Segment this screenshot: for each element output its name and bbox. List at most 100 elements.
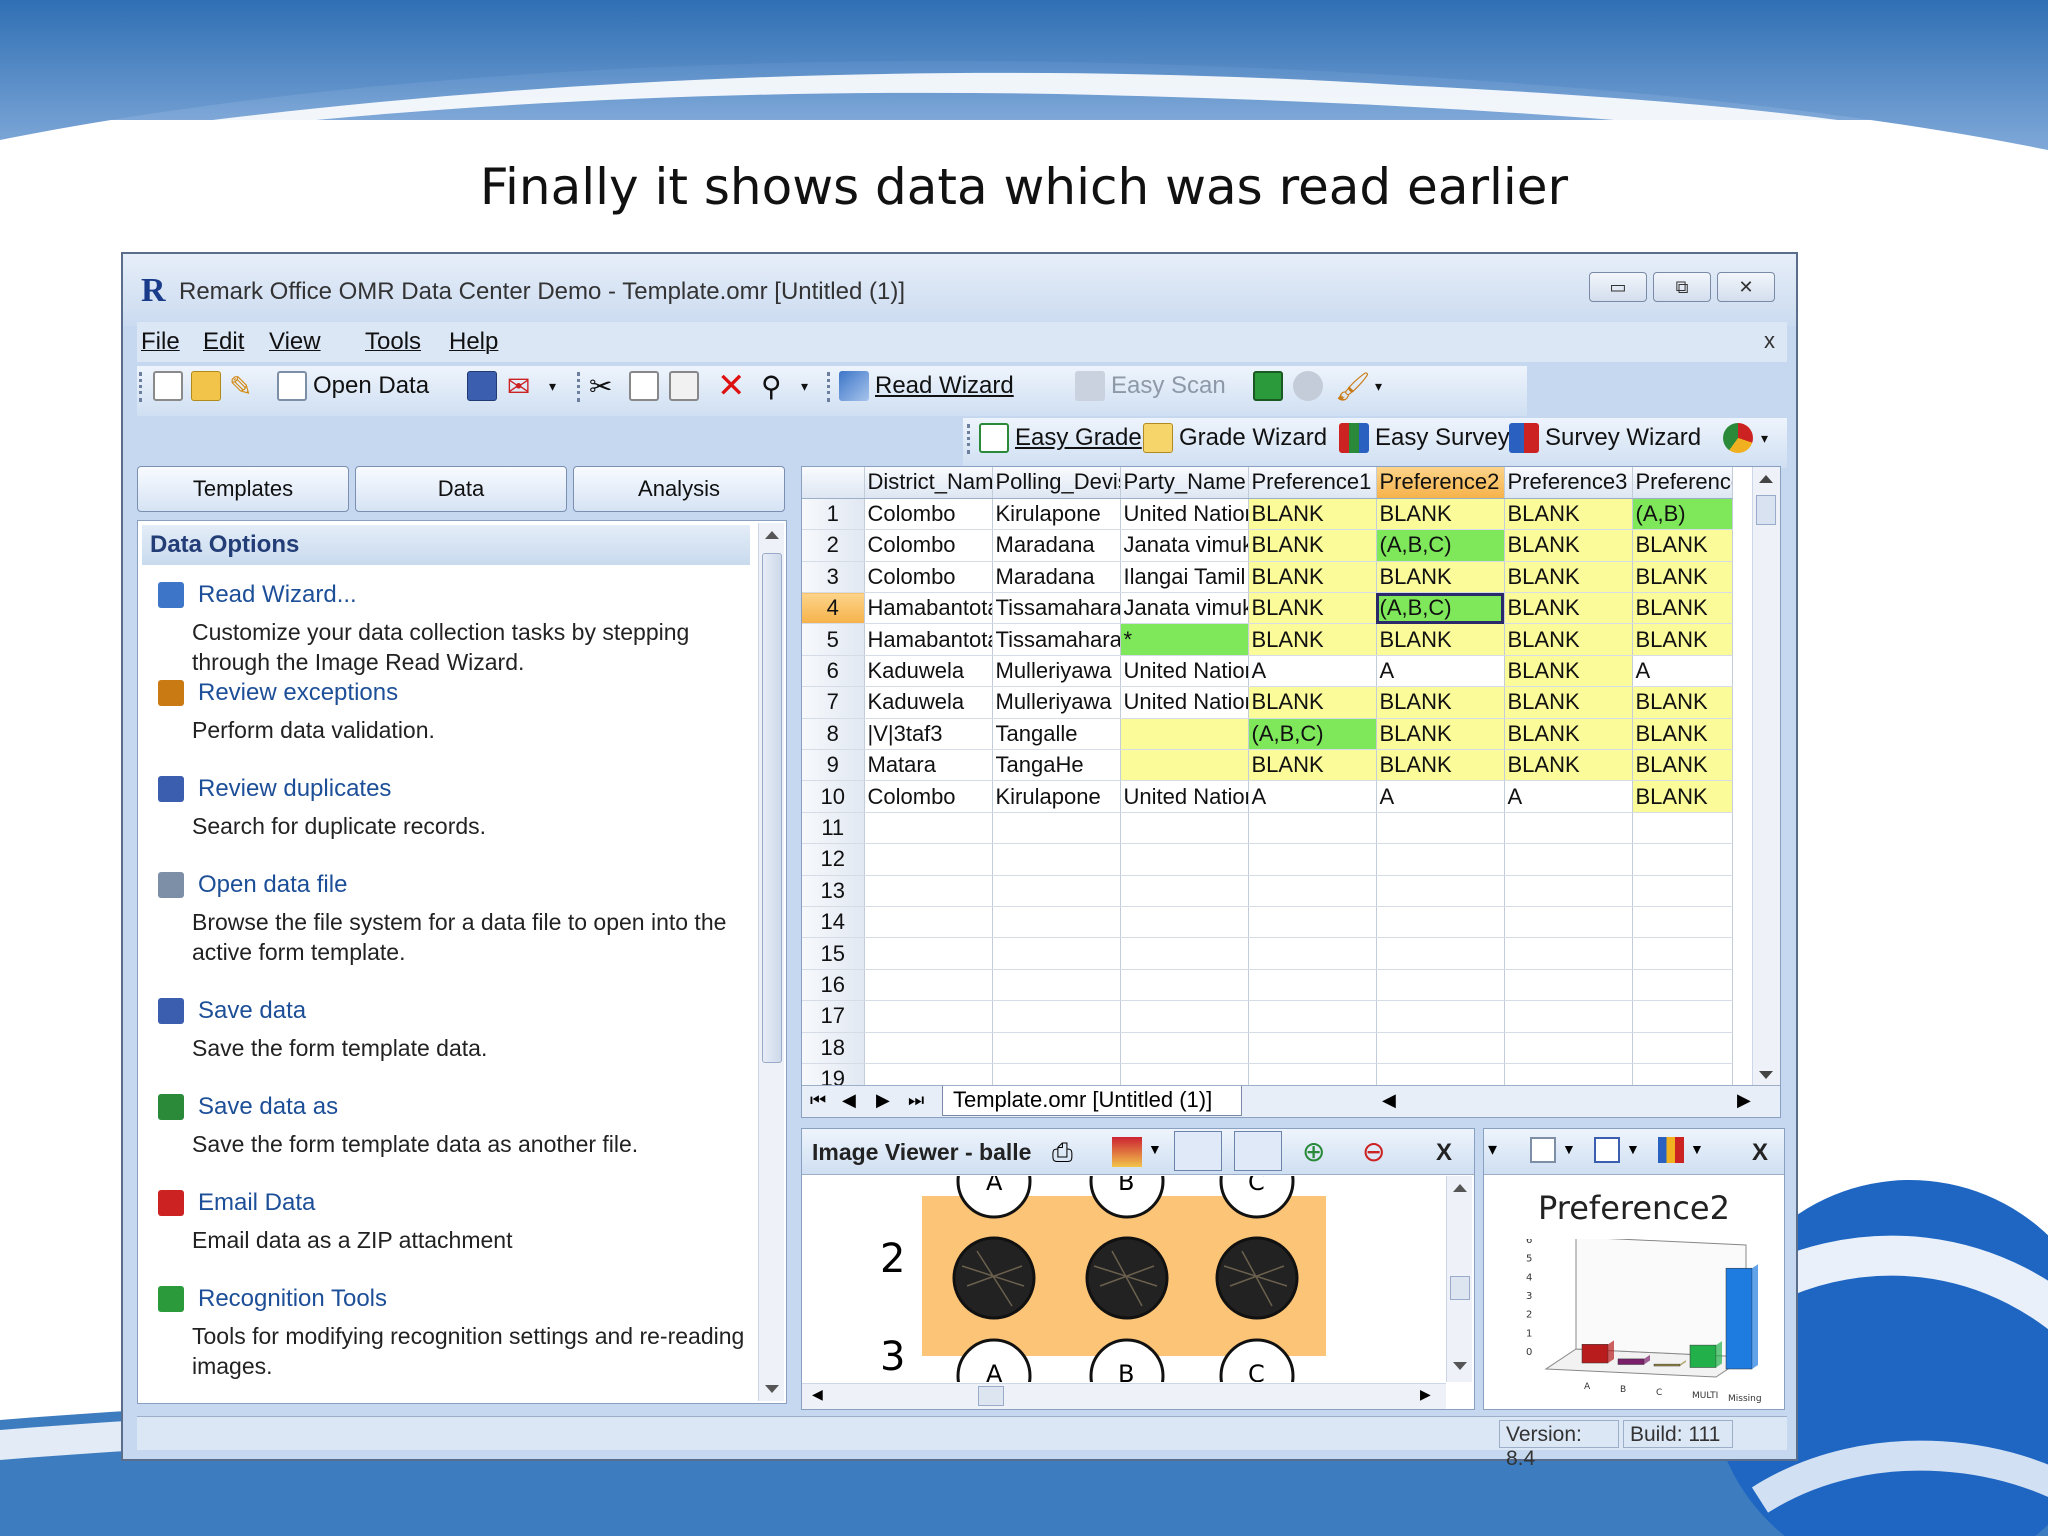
table-cell[interactable]: A: [1376, 655, 1505, 688]
table-cell[interactable]: [1504, 812, 1633, 845]
table-row[interactable]: 2 Colombo Maradana Janata vimuk BLANK (A,B,C)…: [802, 529, 1733, 562]
table-row[interactable]: 9 Matara TangaHe BLANK BLANK BLANK BLANK: [802, 749, 1733, 782]
table-cell[interactable]: BLANK: [1632, 780, 1733, 813]
table-cell[interactable]: United Nation: [1120, 686, 1249, 719]
table-cell[interactable]: [992, 1032, 1121, 1064]
table-cell[interactable]: [1632, 812, 1733, 845]
table-cell[interactable]: United Nation: [1120, 498, 1249, 531]
table-cell[interactable]: BLANK: [1504, 718, 1633, 751]
easy-grade-button[interactable]: Easy Grade: [979, 418, 1142, 458]
table-row[interactable]: 15: [802, 937, 1733, 970]
table-cell[interactable]: [1248, 875, 1377, 907]
first-sheet-icon[interactable]: ⏮: [810, 1090, 826, 1111]
row-number[interactable]: 4: [802, 592, 865, 625]
new-icon[interactable]: [153, 366, 183, 406]
table-cell[interactable]: [1632, 937, 1733, 970]
table-cell[interactable]: [1120, 749, 1249, 782]
table-cell[interactable]: [1504, 906, 1633, 939]
table-cell[interactable]: [864, 875, 993, 907]
stop-icon[interactable]: [1293, 366, 1323, 406]
chart-settings-icon[interactable]: [1530, 1137, 1556, 1163]
paste-icon[interactable]: [669, 366, 699, 406]
table-row[interactable]: 1 Colombo Kirulapone United Nation BLANK BLAN…: [802, 498, 1733, 531]
scroll-left-icon[interactable]: ◀: [812, 1386, 823, 1403]
scroll-down-icon[interactable]: [1453, 1362, 1467, 1370]
toolbar-grip[interactable]: [139, 372, 143, 402]
column-header[interactable]: Preference2: [1376, 467, 1505, 499]
table-cell[interactable]: BLANK: [1504, 529, 1633, 562]
bar-chart-icon[interactable]: [1658, 1137, 1684, 1163]
table-cell[interactable]: Colombo: [864, 780, 993, 813]
scroll-down-icon[interactable]: [1759, 1071, 1773, 1079]
column-header[interactable]: District_Name: [864, 467, 993, 499]
minimize-button[interactable]: ▭: [1589, 272, 1647, 302]
maximize-button[interactable]: ⧉: [1653, 272, 1711, 302]
menu-help[interactable]: Help: [449, 328, 498, 356]
scroll-thumb[interactable]: [1756, 495, 1776, 525]
table-cell[interactable]: [1632, 1000, 1733, 1033]
row-number[interactable]: 8: [802, 718, 865, 751]
column-header[interactable]: Party_Name: [1120, 467, 1249, 499]
table-cell[interactable]: [1248, 1000, 1377, 1033]
table-cell[interactable]: [864, 906, 993, 939]
table-cell[interactable]: BLANK: [1376, 686, 1505, 719]
easy-survey-button[interactable]: Easy Survey: [1339, 418, 1510, 458]
copy-icon[interactable]: [629, 366, 659, 406]
close-window-button[interactable]: ✕: [1717, 272, 1775, 302]
table-cell[interactable]: Kirulapone: [992, 498, 1121, 531]
table-cell[interactable]: [1248, 969, 1377, 1002]
table-row[interactable]: 12: [802, 843, 1733, 876]
table-cell[interactable]: BLANK: [1248, 686, 1377, 719]
table-cell[interactable]: BLANK: [1504, 561, 1633, 594]
table-cell[interactable]: Ilangai Tamil: [1120, 561, 1249, 594]
table-cell[interactable]: United Nation: [1120, 780, 1249, 813]
row-number[interactable]: 11: [802, 812, 865, 845]
table-cell[interactable]: BLANK: [1376, 623, 1505, 656]
table-cell[interactable]: Colombo: [864, 498, 993, 531]
table-cell[interactable]: (A,B,C): [1376, 529, 1505, 562]
table-cell[interactable]: [1376, 1000, 1505, 1033]
menu-file[interactable]: File: [141, 328, 180, 356]
table-cell[interactable]: [1120, 718, 1249, 751]
table-cell[interactable]: [1632, 875, 1733, 907]
column-header[interactable]: Preference3: [1504, 467, 1633, 499]
grid-corner[interactable]: [802, 467, 865, 499]
data-option-link[interactable]: Email Data: [158, 1189, 758, 1217]
table-cell[interactable]: Matara: [864, 749, 993, 782]
table-cell[interactable]: BLANK: [1248, 529, 1377, 562]
table-cell[interactable]: Hamabantota: [864, 623, 993, 656]
column-header[interactable]: Preference1: [1248, 467, 1377, 499]
table-cell[interactable]: [1248, 906, 1377, 939]
row-number[interactable]: 6: [802, 655, 865, 688]
row-number[interactable]: 17: [802, 1000, 865, 1033]
toolbar-overflow-icon[interactable]: ▾: [1375, 366, 1382, 406]
table-cell[interactable]: Tissamaharar: [992, 623, 1121, 656]
table-cell[interactable]: BLANK: [1248, 498, 1377, 531]
table-cell[interactable]: A: [1248, 780, 1377, 813]
table-cell[interactable]: [992, 906, 1121, 939]
table-cell[interactable]: [1376, 906, 1505, 939]
row-number[interactable]: 16: [802, 969, 865, 1002]
last-sheet-icon[interactable]: ⏭: [908, 1090, 924, 1111]
menu-edit[interactable]: Edit: [203, 328, 244, 356]
table-cell[interactable]: [1120, 812, 1249, 845]
scroll-thumb[interactable]: [1450, 1276, 1470, 1300]
table-row[interactable]: 3 Colombo Maradana Ilangai Tamil BLANK BLANK B…: [802, 561, 1733, 594]
data-option-link[interactable]: Save data as: [158, 1093, 758, 1121]
table-row[interactable]: 11: [802, 812, 1733, 845]
table-cell[interactable]: Mulleriyawa: [992, 686, 1121, 719]
row-number[interactable]: 10: [802, 780, 865, 813]
table-cell[interactable]: A: [1376, 780, 1505, 813]
table-cell[interactable]: [1120, 937, 1249, 970]
table-cell[interactable]: BLANK: [1248, 561, 1377, 594]
toolbar-overflow-icon[interactable]: ▾: [801, 366, 808, 406]
table-row[interactable]: 6 Kaduwela Mulleriyawa United Nation A A BLANK…: [802, 655, 1733, 688]
table-cell[interactable]: [1120, 843, 1249, 876]
column-header[interactable]: Preference4: [1632, 467, 1733, 499]
table-cell[interactable]: Colombo: [864, 561, 993, 594]
table-cell[interactable]: BLANK: [1504, 498, 1633, 531]
table-cell[interactable]: BLANK: [1504, 623, 1633, 656]
table-cell[interactable]: [1120, 1032, 1249, 1064]
table-cell[interactable]: BLANK: [1632, 749, 1733, 782]
table-cell[interactable]: BLANK: [1632, 561, 1733, 594]
